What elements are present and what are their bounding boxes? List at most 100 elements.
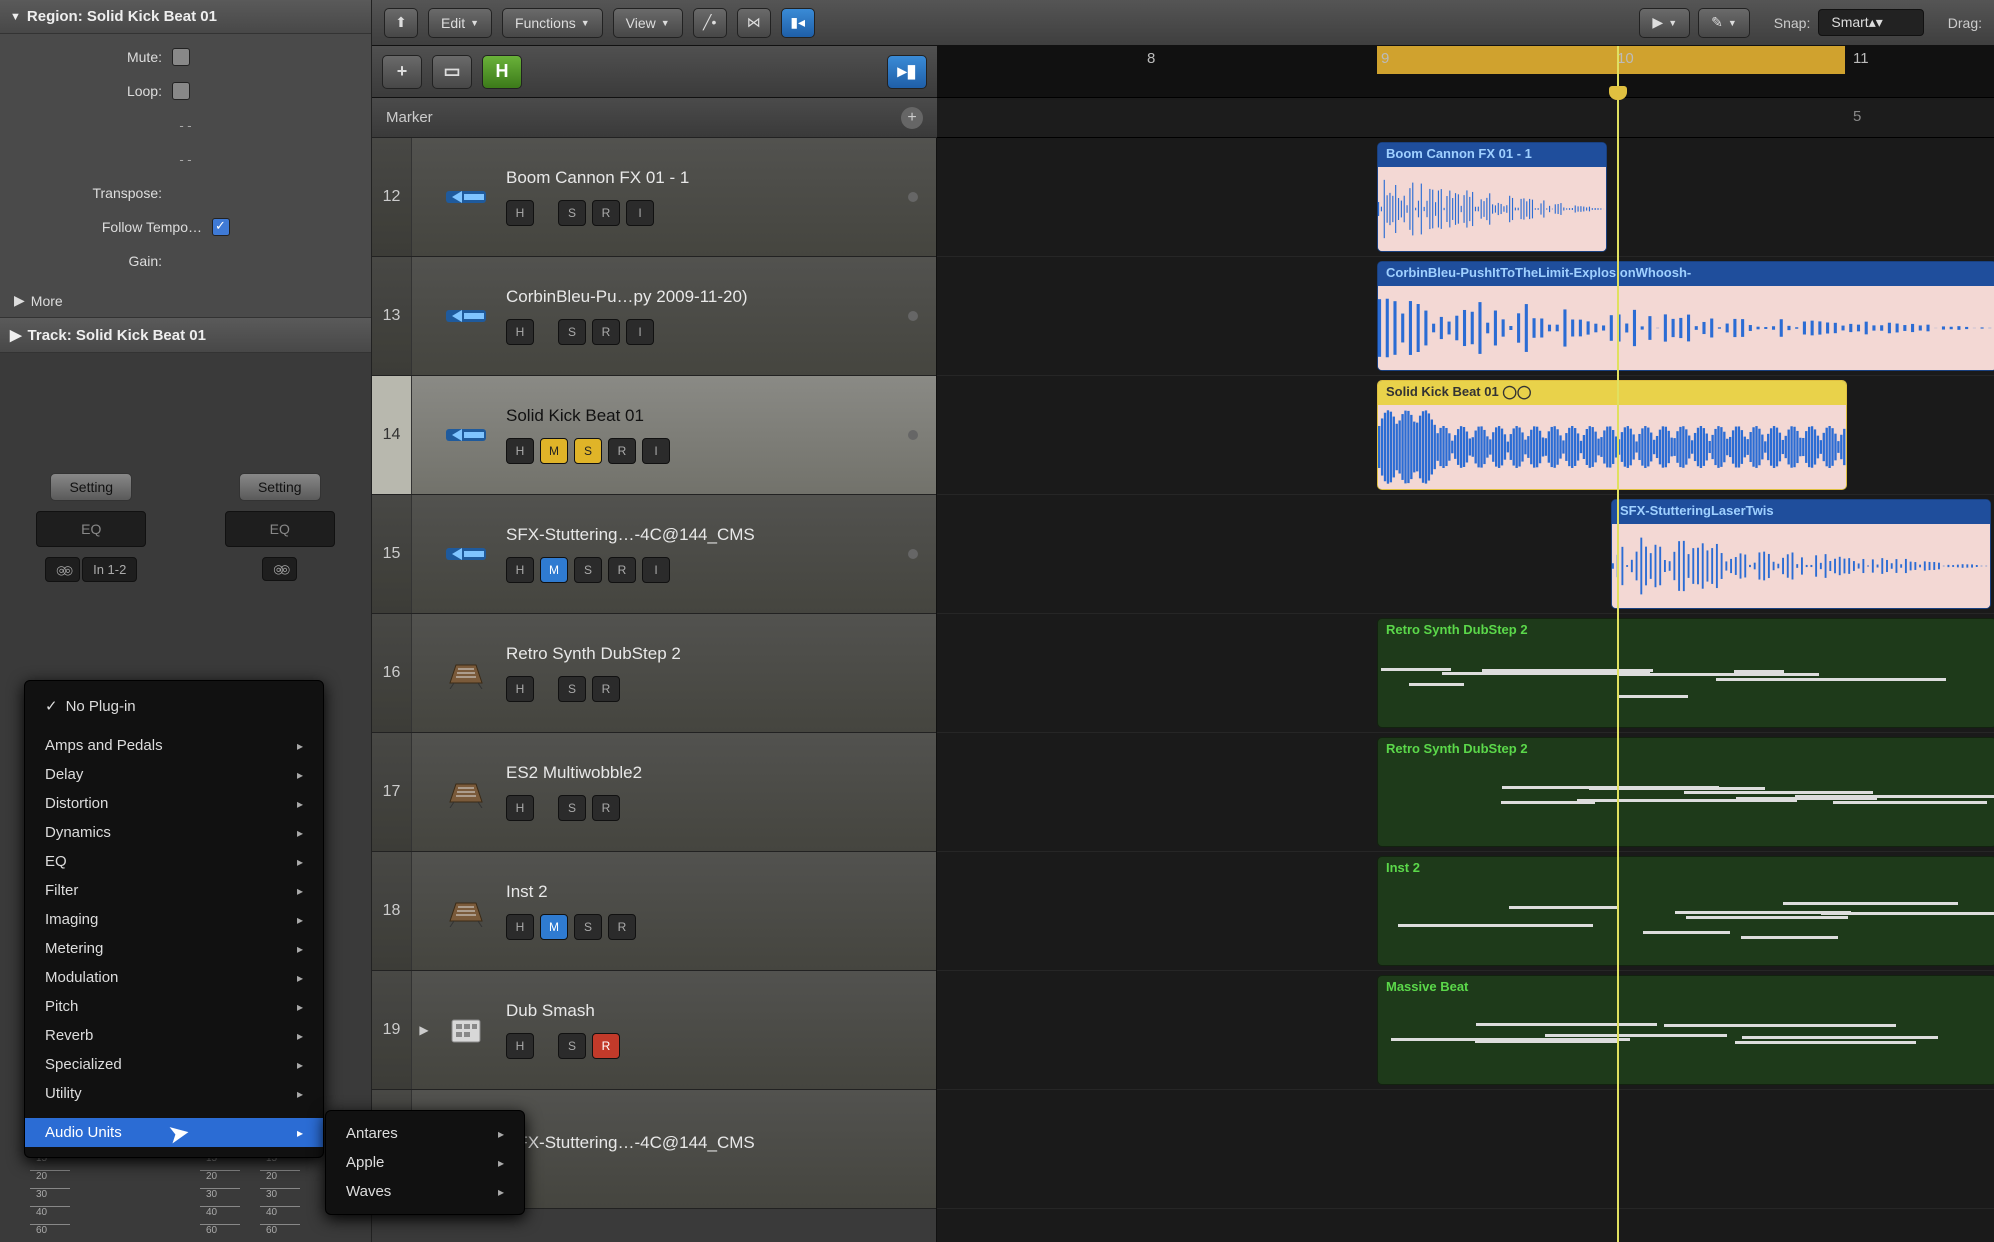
flex-icon[interactable]: ⋈ (737, 8, 771, 38)
plugin-menu-item[interactable]: Imaging (25, 905, 323, 934)
stereo-icon[interactable] (45, 557, 80, 582)
track-r-button[interactable]: R (592, 1033, 620, 1059)
plugin-menu[interactable]: No Plug-in Amps and PedalsDelayDistortio… (24, 680, 324, 1158)
track-automation-dot[interactable] (908, 549, 918, 559)
track-icon[interactable] (436, 1014, 496, 1046)
cycle-region[interactable] (1377, 46, 1845, 74)
track-r-button[interactable]: R (592, 319, 620, 345)
track-automation-dot[interactable] (908, 430, 918, 440)
track-row[interactable]: 18Inst 2HMSR (372, 852, 936, 971)
arrange-row[interactable]: Retro Synth DubStep 2 (937, 733, 1994, 852)
track-icon[interactable] (436, 538, 496, 570)
stereo-icon[interactable] (262, 557, 297, 581)
track-h-button[interactable]: H (506, 676, 534, 702)
disclosure-triangle-icon[interactable]: ▼ (10, 11, 21, 23)
edit-menu[interactable]: Edit▼ (428, 8, 492, 38)
track-row[interactable]: 14Solid Kick Beat 01HMSRI (372, 376, 936, 495)
track-h-button[interactable]: H (506, 795, 534, 821)
track-m-button[interactable]: M (540, 557, 568, 583)
eq-display[interactable]: EQ (36, 511, 146, 547)
disclosure-triangle-icon[interactable]: ▶ (412, 1023, 436, 1037)
region[interactable]: Boom Cannon FX 01 - 1 (1377, 142, 1607, 252)
add-track-button[interactable]: + (382, 55, 422, 89)
duplicate-track-button[interactable]: ▭ (432, 55, 472, 89)
plugin-menu-item[interactable]: Filter (25, 876, 323, 905)
track-s-button[interactable]: S (574, 914, 602, 940)
input-slot[interactable]: In 1-2 (82, 557, 137, 582)
add-marker-button[interactable]: + (901, 107, 923, 129)
track-icon[interactable] (436, 657, 496, 689)
track-h-button[interactable]: H (506, 557, 534, 583)
track-s-button[interactable]: S (574, 438, 602, 464)
track-h-button[interactable]: H (506, 319, 534, 345)
follow-tempo-checkbox[interactable] (212, 218, 230, 236)
track-r-button[interactable]: R (592, 200, 620, 226)
arrange-area[interactable]: 8 9 10 11 5 Boom Cannon FX 01 - 1CorbinB… (937, 46, 1994, 1242)
track-row[interactable]: 16Retro Synth DubStep 2HSR (372, 614, 936, 733)
track-row[interactable]: 15SFX-Stuttering…-4C@144_CMSHMSRI (372, 495, 936, 614)
track-m-button[interactable]: M (540, 914, 568, 940)
arrange-row[interactable]: SFX-StutteringLaserTwis (937, 495, 1994, 614)
plugin-submenu-item[interactable]: Waves (326, 1177, 524, 1206)
arrange-row[interactable]: Solid Kick Beat 01 ◯◯ (937, 376, 1994, 495)
more-disclosure[interactable]: ▶More (0, 284, 371, 317)
track-row[interactable]: 17ES2 Multiwobble2HSR (372, 733, 936, 852)
pointer-tool[interactable]: ▶▼ (1639, 8, 1690, 38)
track-h-button[interactable]: H (506, 914, 534, 940)
arrange-row[interactable]: Inst 2 (937, 852, 1994, 971)
plugin-submenu-item[interactable]: Antares (326, 1119, 524, 1148)
plugin-menu-item[interactable]: Metering (25, 934, 323, 963)
time-ruler[interactable]: 5 (937, 98, 1994, 138)
track-s-button[interactable]: S (558, 676, 586, 702)
plugin-menu-item[interactable]: Reverb (25, 1021, 323, 1050)
filter-icon[interactable]: ▮◂ (781, 8, 815, 38)
track-s-button[interactable]: S (558, 795, 586, 821)
plugin-menu-item[interactable]: Delay (25, 760, 323, 789)
arrange-row[interactable]: Retro Synth DubStep 2 (937, 614, 1994, 733)
arrange-row[interactable] (937, 1090, 1994, 1209)
plugin-menu-item[interactable]: Utility (25, 1079, 323, 1108)
plugin-menu-item[interactable]: Modulation (25, 963, 323, 992)
track-r-button[interactable]: R (608, 557, 636, 583)
track-r-button[interactable]: R (608, 438, 636, 464)
track-i-button[interactable]: I (626, 319, 654, 345)
track-icon[interactable] (436, 895, 496, 927)
view-menu[interactable]: View▼ (613, 8, 683, 38)
hide-button[interactable]: H (482, 55, 522, 89)
track-icon[interactable] (436, 776, 496, 808)
region[interactable]: Solid Kick Beat 01 ◯◯ (1377, 380, 1847, 490)
track-row[interactable]: 12Boom Cannon FX 01 - 1HSRI (372, 138, 936, 257)
region[interactable]: CorbinBleu-PushItToTheLimit-ExplosionWho… (1377, 261, 1994, 371)
plugin-menu-item[interactable]: Specialized (25, 1050, 323, 1079)
playhead[interactable] (1617, 46, 1619, 1242)
track-h-button[interactable]: H (506, 1033, 534, 1059)
track-s-button[interactable]: S (574, 557, 602, 583)
eq-display[interactable]: EQ (225, 511, 335, 547)
plugin-submenu[interactable]: AntaresAppleWaves (325, 1110, 525, 1215)
snap-select[interactable]: Smart ▴▾ (1818, 9, 1923, 36)
plugin-menu-item[interactable]: Amps and Pedals (25, 731, 323, 760)
setting-button[interactable]: Setting (50, 473, 132, 501)
alt-tool[interactable]: ✎▼ (1698, 8, 1750, 38)
track-i-button[interactable]: I (626, 200, 654, 226)
marker-row[interactable]: Marker + (372, 98, 937, 138)
track-icon[interactable] (436, 419, 496, 451)
track-automation-dot[interactable] (908, 192, 918, 202)
track-automation-dot[interactable] (908, 311, 918, 321)
track-r-button[interactable]: R (592, 676, 620, 702)
functions-menu[interactable]: Functions▼ (502, 8, 603, 38)
track-r-button[interactable]: R (608, 914, 636, 940)
track-i-button[interactable]: I (642, 438, 670, 464)
setting-button[interactable]: Setting (239, 473, 321, 501)
region[interactable]: Retro Synth DubStep 2 (1377, 618, 1994, 728)
region[interactable]: Inst 2 (1377, 856, 1994, 966)
region[interactable]: SFX-StutteringLaserTwis (1611, 499, 1991, 609)
track-header[interactable]: ▶Track: Solid Kick Beat 01 (0, 317, 371, 353)
track-s-button[interactable]: S (558, 200, 586, 226)
track-i-button[interactable]: I (642, 557, 670, 583)
track-s-button[interactable]: S (558, 1033, 586, 1059)
track-icon[interactable] (436, 300, 496, 332)
track-h-button[interactable]: H (506, 200, 534, 226)
automation-curve-icon[interactable]: ╱• (693, 8, 727, 38)
region-header[interactable]: ▼ Region: Solid Kick Beat 01 (0, 0, 371, 34)
